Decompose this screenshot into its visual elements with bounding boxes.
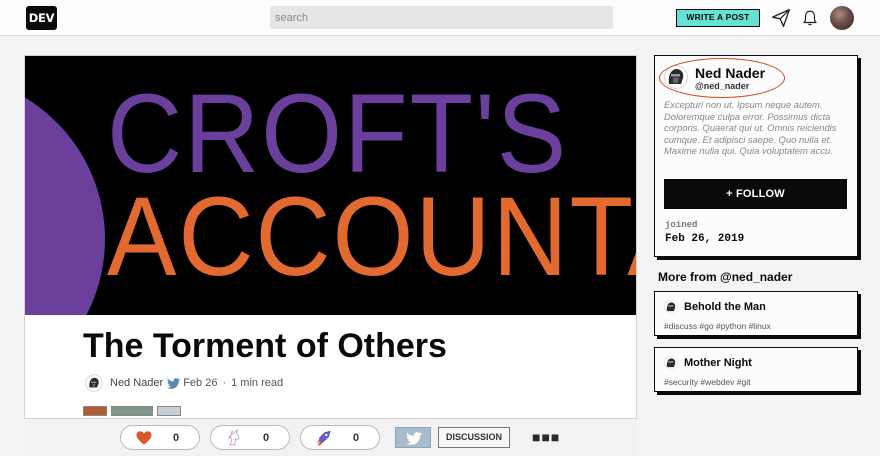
twitter-share-button[interactable] xyxy=(395,427,431,448)
search-input[interactable] xyxy=(270,6,613,29)
heart-icon xyxy=(136,430,152,445)
heart-reaction-button[interactable]: 0 xyxy=(120,425,200,450)
profile-bio: Excepturi non ut. Ipsum neque autem. Dol… xyxy=(664,99,837,156)
bell-icon[interactable] xyxy=(801,9,819,27)
annotation-highlight-oval xyxy=(659,58,785,98)
unicorn-icon xyxy=(228,428,240,445)
bookmark-count: 0 xyxy=(353,431,360,444)
article-date: Feb 26 xyxy=(183,377,218,389)
unicorn-count: 0 xyxy=(263,431,270,444)
tag-chip[interactable] xyxy=(111,406,153,416)
top-navigation-bar: DEV WRITE A POST xyxy=(0,0,880,36)
post-tags: #discuss #go #python #linux xyxy=(664,321,771,331)
joined-date: Feb 26, 2019 xyxy=(665,233,745,245)
heart-count: 0 xyxy=(173,431,180,444)
tag-chip[interactable] xyxy=(157,406,181,416)
read-time: 1 min read xyxy=(231,377,284,389)
more-options-button[interactable]: ■■■ xyxy=(532,430,560,444)
reaction-bar: 0 0 0 DISCUSSION ■■■ xyxy=(24,418,637,456)
article-title: The Torment of Others xyxy=(83,327,447,365)
write-a-post-button[interactable]: WRITE A POST xyxy=(676,9,760,27)
more-from-heading: More from @ned_nader xyxy=(658,270,793,284)
author-avatar[interactable] xyxy=(85,374,103,392)
author-profile-card: Ned Nader @ned_nader Excepturi non ut. I… xyxy=(654,55,858,257)
more-from-post-card[interactable]: Mother Night #security #webdev #git xyxy=(654,347,858,392)
article-byline: Ned Nader Feb 26 · 1 min read xyxy=(85,373,283,393)
tag-chip[interactable] xyxy=(83,406,107,416)
discussion-button[interactable]: DISCUSSION xyxy=(438,427,510,448)
twitter-bird-icon xyxy=(167,377,181,389)
post-author-avatar xyxy=(664,300,678,314)
cover-image: CROFT'S ACCOUNTA xyxy=(25,56,636,315)
post-author-avatar xyxy=(664,356,678,370)
post-title[interactable]: Behold the Man xyxy=(684,301,766,314)
joined-label: joined xyxy=(665,220,698,230)
article-tags-row xyxy=(83,406,181,416)
unicorn-reaction-button[interactable]: 0 xyxy=(210,425,290,450)
author-name[interactable]: Ned Nader xyxy=(110,377,163,389)
byline-separator: · xyxy=(222,377,227,389)
follow-button[interactable]: + FOLLOW xyxy=(664,179,847,209)
cover-text-line2: ACCOUNTA xyxy=(107,174,636,299)
dev-logo[interactable]: DEV xyxy=(26,6,57,30)
more-from-post-card[interactable]: Behold the Man #discuss #go #python #lin… xyxy=(654,291,858,336)
article-card: CROFT'S ACCOUNTA The Torment of Others N… xyxy=(24,55,637,456)
bookmark-reaction-button[interactable]: 0 xyxy=(300,425,380,450)
post-tags: #security #webdev #git xyxy=(664,377,751,387)
cover-purple-circle xyxy=(25,74,105,315)
post-title[interactable]: Mother Night xyxy=(684,357,752,370)
twitter-icon xyxy=(406,432,422,445)
user-avatar[interactable] xyxy=(830,6,854,30)
bookmark-icon xyxy=(316,430,331,446)
paper-plane-icon[interactable] xyxy=(771,8,791,28)
